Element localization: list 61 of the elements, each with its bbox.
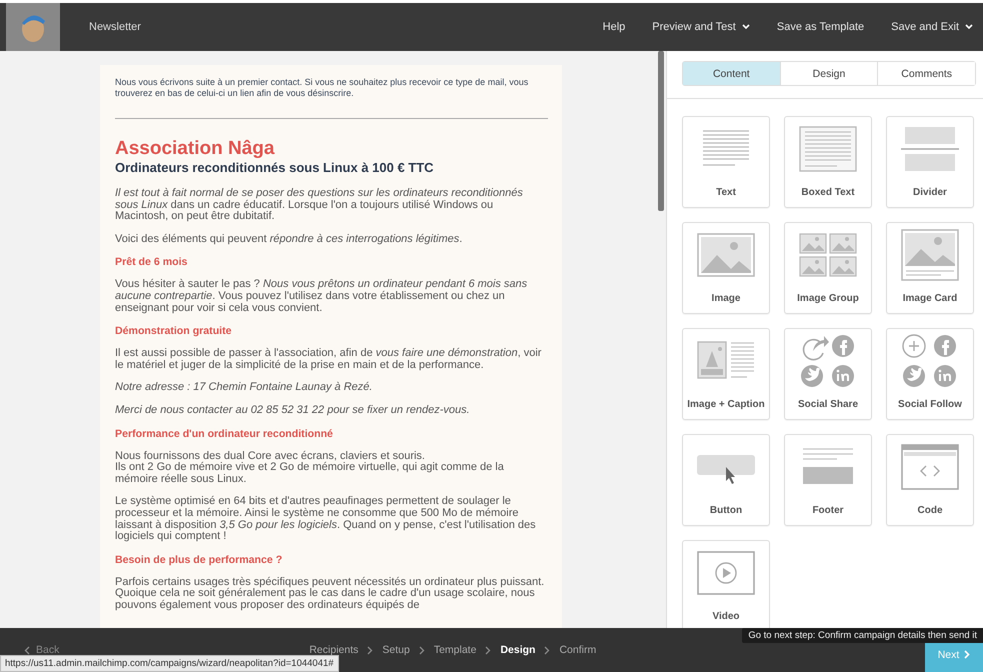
image-card-icon: [901, 229, 959, 281]
content-block[interactable]: Divider: [886, 116, 974, 208]
email-subtitle: Ordinateurs reconditionnés sous Linux à 100 € TTC: [115, 160, 435, 176]
chevron-right-icon: [485, 646, 492, 654]
chevron-right-icon: [418, 646, 425, 654]
image-caption-icon: [697, 341, 755, 381]
wizard-step[interactable]: Setup: [382, 644, 410, 656]
preheader-text: Nous vous écrivons suite à un premier contact. Si vous ne souhaitez plus recevoir ce type de mail, vous trouverez en bas de celui-ci un lien afin de vous désinscrire.: [115, 77, 530, 99]
share-icons-drawing: [799, 333, 857, 389]
section-heading: Prêt de 6 mois: [115, 256, 188, 268]
menu-link[interactable]: Help: [586, 21, 636, 33]
content-block[interactable]: Button: [682, 434, 770, 526]
menu-link[interactable]: Preview and Test: [635, 21, 760, 33]
image-group-icon: [799, 233, 857, 277]
content-block[interactable]: Image + Caption: [682, 328, 770, 420]
content-block[interactable]: Social Follow: [886, 328, 974, 420]
content-block[interactable]: Image Card: [886, 222, 974, 314]
footer-icon: [803, 447, 853, 487]
back-link[interactable]: Back: [24, 644, 60, 656]
chevron-left-icon: [24, 646, 30, 654]
chevron-right-icon: [544, 646, 550, 654]
paragraph: Il est tout à fait normal de se poser des questions sur les ordinateurs reconditionnés sous Linux dans un cadre éducatif. Lorsque l'on a toujours utilisé Windows ou Macintosh, on peut être dubitatif.: [115, 188, 524, 223]
code-window-icon: [901, 444, 959, 490]
content-block[interactable]: Image Group: [784, 222, 872, 314]
wizard-step[interactable]: Template: [434, 644, 476, 656]
section-heading: Performance d'un ordinateur reconditionné: [115, 428, 334, 440]
image-icon: [697, 233, 755, 277]
divider-icon: [901, 126, 959, 172]
tab[interactable]: Content: [683, 62, 780, 85]
paragraph: Merci de nous contacter au 02 85 52 31 22 pour se fixer un rendez-vous.: [115, 404, 471, 417]
paragraph: Notre adresse : 17 Chemin Fontaine Launay à Rezé.: [115, 382, 374, 394]
content-block[interactable]: Footer: [784, 434, 872, 526]
chevron-right-icon: [367, 646, 374, 654]
tooltip: Go to next step: Confirm campaign details then send it: [742, 628, 983, 643]
wizard-step[interactable]: Recipients: [309, 644, 358, 656]
content-block[interactable]: Image: [682, 222, 770, 314]
email-title: Association Nâga: [115, 138, 276, 160]
wizard-step[interactable]: Design: [500, 644, 536, 656]
section-heading: Démonstration gratuite: [115, 325, 233, 338]
boxed-text-icon: [799, 126, 857, 172]
menu-link[interactable]: Save and Exit: [874, 21, 983, 33]
chevron-right-icon: [964, 650, 970, 659]
paragraph: Il est aussi possible de passer à l'association, afin de vous faire une démonstration, voir le matériel et juger de la simplicité de la prise en main et de la performance.: [115, 348, 542, 372]
tab[interactable]: Comments: [877, 62, 976, 85]
wizard-step[interactable]: Confirm: [559, 644, 596, 656]
content-block[interactable]: Code: [886, 434, 974, 526]
paragraph: Parfois certains usages très spécifiques peuvent nécessités un ordinateur plus puissant. Quoique cela ne soit généralement pas le cas dans le cadre d'un usage scolaire, nous pouvons également vous proposer des ordinateurs équipés de: [115, 576, 546, 612]
campaign-title: Newsletter: [89, 21, 141, 33]
logo-tile[interactable]: [6, 3, 60, 51]
content-block[interactable]: Social Share: [784, 328, 872, 420]
content-block[interactable]: Boxed Text: [784, 116, 872, 208]
paragraph: Le système optimisé en 64 bits et d'autres peaufinages permettent de soulager le processeur et la mémoire. Ainsi le système ne consomme que 500 Mo de mémoire laissant à disposition 3,5 Go pour les logiciels. Quand on y pense, c'est l'utilisation des logiciels qui comptent !: [115, 496, 537, 543]
status-url: https://us11.admin.mailchimp.com/campaigns/wizard/neapolitan?id=1044041#: [0, 655, 339, 672]
paragraph: Voici des éléments qui peuvent répondre à ces interrogations légitimes.: [115, 234, 464, 246]
paragraph: Vous hésiter à sauter le pas ? Nous vous prêtons un ordinateur pendant 6 mois sans aucune contrepartie. Vous pouvez l'utilisez dans votre établissement ou chez un enseignant pour voir si cela vous convient.: [115, 279, 528, 314]
content-block[interactable]: Text: [682, 116, 770, 208]
menu-link[interactable]: Save as Template: [760, 21, 874, 33]
section-heading: Besoin de plus de performance ?: [115, 554, 284, 566]
paragraph: Nous fournissons des dual Core avec écrans, claviers et souris. Ils ont 2 Go de mémoire vive et 2 Go de mémoire virtuelle, qui agit comme de la mémoire réelle sous Linux.: [115, 450, 505, 486]
video-icon: [697, 551, 755, 595]
follow-icons-drawing: [901, 333, 959, 389]
